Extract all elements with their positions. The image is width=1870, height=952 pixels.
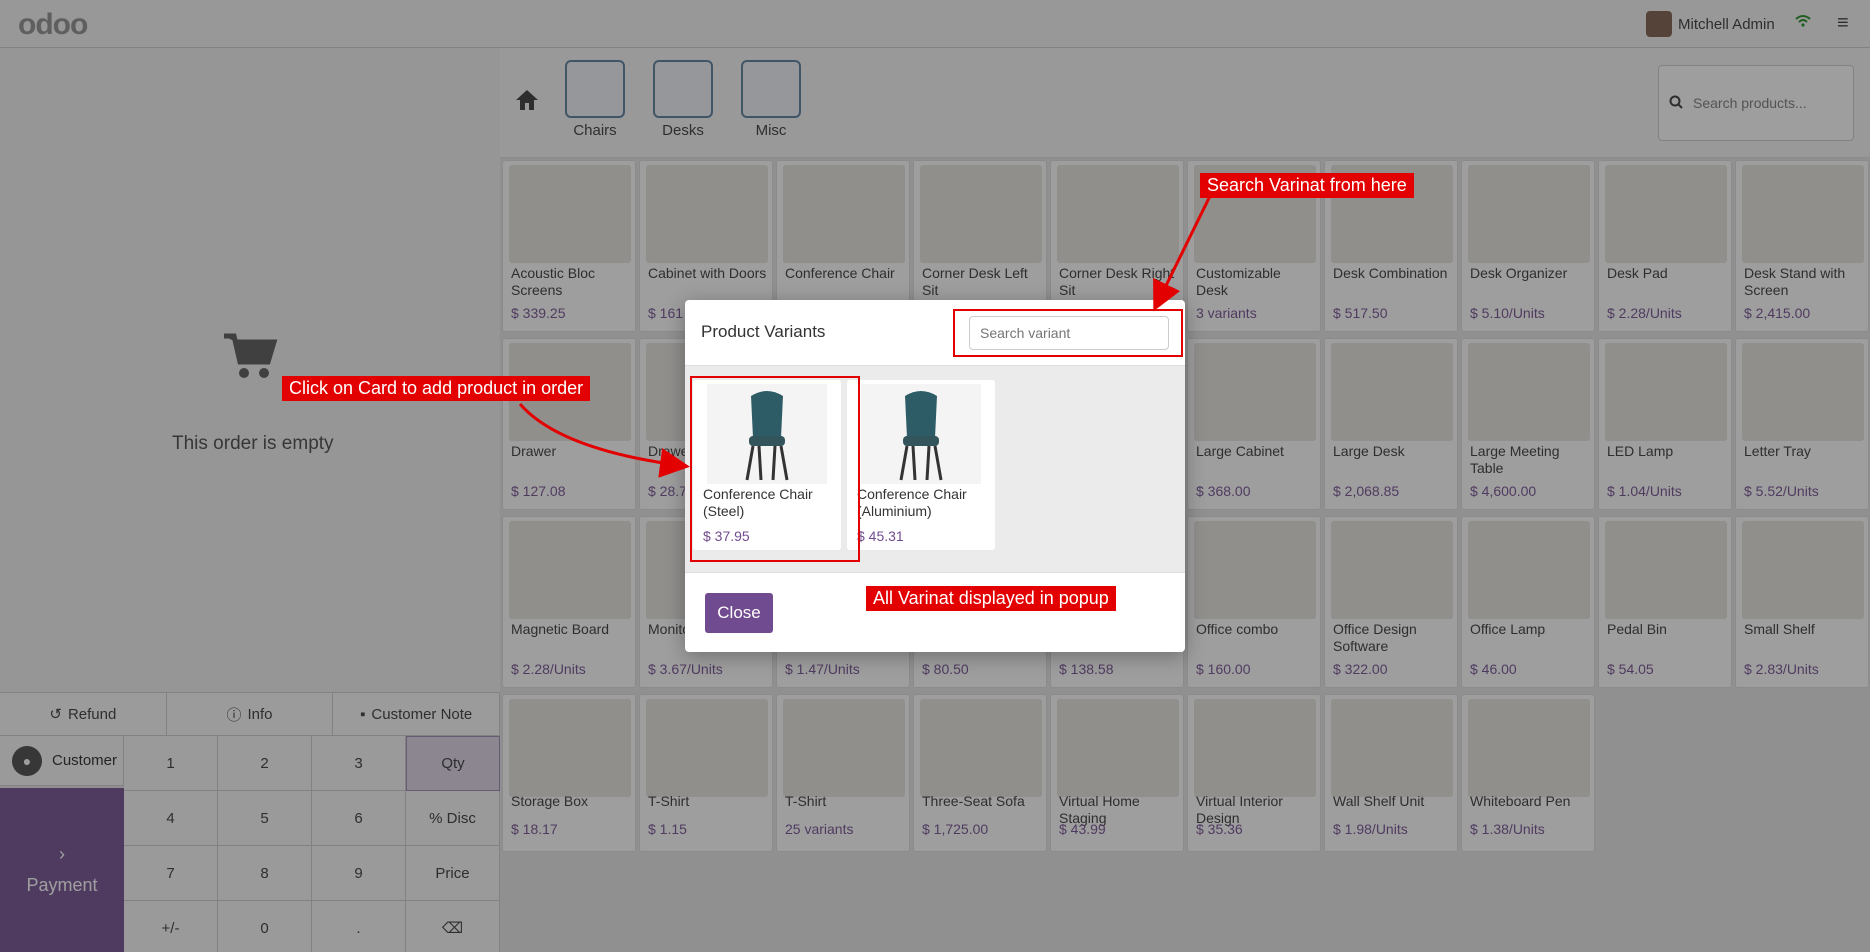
dialog-footer: Close xyxy=(685,572,1185,652)
annotation-search-box xyxy=(953,309,1183,357)
annotation-search-label: Search Varinat from here xyxy=(1200,173,1414,198)
annotation-card-box xyxy=(690,376,860,562)
variant-card[interactable]: Conference Chair (Aluminium) $ 45.31 xyxy=(847,380,995,550)
close-button[interactable]: Close xyxy=(705,593,773,633)
dialog-title: Product Variants xyxy=(701,322,826,341)
annotation-click-card-label: Click on Card to add product in order xyxy=(282,376,591,401)
variant-name: Conference Chair (Aluminium) xyxy=(857,486,967,519)
annotation-all-variants-label: All Varinat displayed in popup xyxy=(866,586,1116,611)
variant-price: $ 45.31 xyxy=(857,528,904,544)
variant-image xyxy=(861,384,981,484)
